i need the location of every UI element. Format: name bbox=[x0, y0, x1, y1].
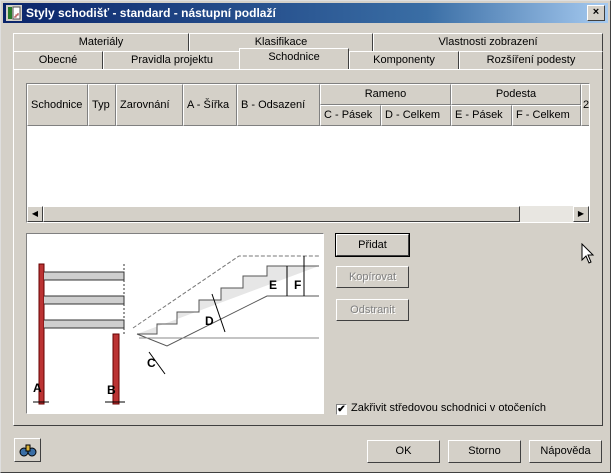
col-header-podesta-celkem[interactable]: F - Celkem bbox=[512, 105, 581, 126]
tab-materialy[interactable]: Materiály bbox=[13, 33, 189, 51]
stringers-table[interactable]: Schodnice Typ Zarovnání A - Šířka B - Od… bbox=[26, 83, 590, 223]
dimension-label-d: D bbox=[205, 314, 214, 328]
curve-center-stringer-checkbox[interactable]: ✔ bbox=[336, 404, 347, 415]
help-button[interactable]: Nápověda bbox=[529, 440, 602, 463]
col-header-schodnice[interactable]: Schodnice bbox=[27, 84, 88, 126]
add-button[interactable]: Přidat bbox=[335, 233, 410, 257]
col-header-zarovnani[interactable]: Zarovnání bbox=[116, 84, 183, 126]
dimension-label-f: F bbox=[294, 278, 302, 292]
scroll-right-icon[interactable]: ▶ bbox=[573, 206, 589, 222]
dimension-label-b: B bbox=[107, 383, 116, 397]
table-horizontal-scrollbar[interactable]: ◀ ▶ bbox=[27, 206, 589, 222]
col-header-sirka[interactable]: A - Šířka bbox=[183, 84, 237, 126]
dimension-label-c: C bbox=[147, 356, 156, 370]
tab-rozsireni-podesty[interactable]: Rozšíření podesty bbox=[459, 51, 603, 69]
dialog-window: Styly schodišť - standard - nástupní pod… bbox=[0, 0, 611, 473]
ok-button[interactable]: OK bbox=[367, 440, 440, 463]
info-button[interactable] bbox=[14, 438, 41, 462]
close-button[interactable]: × bbox=[587, 5, 605, 21]
dimension-label-e: E bbox=[269, 278, 278, 292]
scrollbar-thumb[interactable] bbox=[43, 206, 520, 222]
binoculars-icon bbox=[19, 444, 36, 457]
col-header-rameno-celkem[interactable]: D - Celkem bbox=[381, 105, 451, 126]
mouse-pointer-icon bbox=[581, 243, 595, 264]
col-header-odsazeni[interactable]: B - Odsazení bbox=[237, 84, 320, 126]
tab-obecne[interactable]: Obecné bbox=[13, 51, 103, 69]
col-group-podesta: Podesta bbox=[451, 84, 581, 105]
tab-pravidla-projektu[interactable]: Pravidla projektu bbox=[103, 51, 241, 69]
window-title: Styly schodišť - standard - nástupní pod… bbox=[26, 6, 276, 20]
tab-komponenty[interactable]: Komponenty bbox=[349, 51, 459, 69]
remove-button[interactable]: Odstranit bbox=[336, 299, 409, 321]
dimension-label-a: A bbox=[33, 381, 42, 395]
title-bar[interactable]: Styly schodišť - standard - nástupní pod… bbox=[3, 3, 608, 23]
col-header-typ[interactable]: Typ bbox=[88, 84, 116, 126]
col-group-rameno: Rameno bbox=[320, 84, 451, 105]
stringer-diagram-drawing bbox=[33, 255, 319, 405]
tab-schodnice[interactable]: Schodnice bbox=[239, 48, 349, 69]
col-header-podesta-pasek[interactable]: E - Pásek bbox=[451, 105, 512, 126]
cancel-button[interactable]: Storno bbox=[448, 440, 521, 463]
col-header-overflow[interactable]: 2 bbox=[581, 84, 589, 126]
curve-center-stringer-label: Zakřivit středovou schodnici v otočeních bbox=[351, 402, 547, 414]
scroll-left-icon[interactable]: ◀ bbox=[27, 206, 43, 222]
stringer-diagram: A B C D E F bbox=[26, 233, 324, 414]
stairs-app-icon bbox=[6, 5, 22, 21]
tab-vlastnosti-zobrazeni[interactable]: Vlastnosti zobrazení bbox=[373, 33, 603, 51]
copy-button[interactable]: Kopírovat bbox=[336, 266, 409, 288]
col-header-rameno-pasek[interactable]: C - Pásek bbox=[320, 105, 381, 126]
